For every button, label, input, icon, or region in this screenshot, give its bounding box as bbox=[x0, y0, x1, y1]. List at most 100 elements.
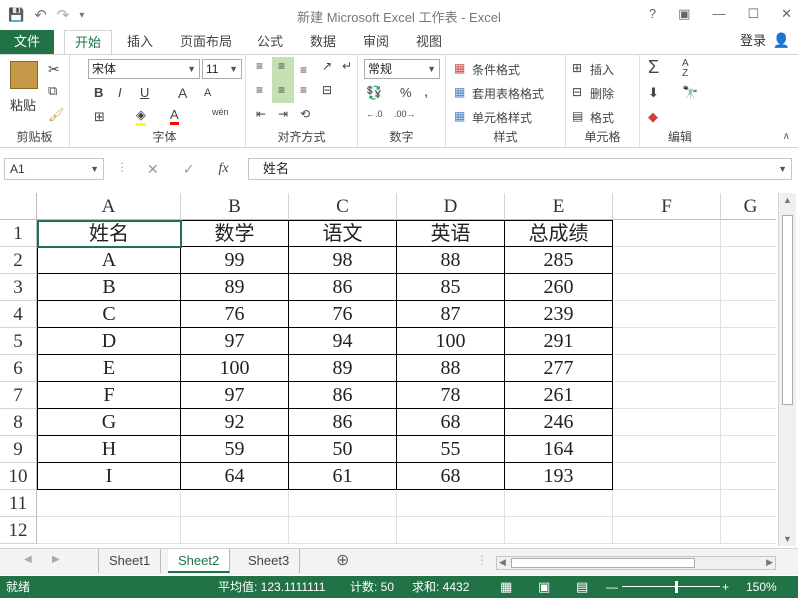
cell-F12[interactable] bbox=[613, 517, 721, 544]
cell-B7[interactable]: 97 bbox=[181, 382, 289, 409]
minimize-button[interactable]: — bbox=[712, 6, 725, 22]
tab-formulas[interactable]: 公式 bbox=[257, 30, 283, 54]
cell-E12[interactable] bbox=[505, 517, 613, 544]
align-middle-icon[interactable]: ≡ bbox=[278, 59, 285, 73]
zoom-slider-thumb[interactable] bbox=[675, 581, 678, 593]
scroll-tabs-left-icon[interactable]: ◀ bbox=[24, 554, 32, 565]
zoom-in-button[interactable]: + bbox=[722, 576, 729, 598]
vertical-scroll-thumb[interactable] bbox=[782, 215, 793, 405]
cell-G5[interactable] bbox=[721, 328, 776, 355]
cell-E7[interactable]: 261 bbox=[505, 382, 613, 409]
cell-D3[interactable]: 85 bbox=[397, 274, 505, 301]
cell-F6[interactable] bbox=[613, 355, 721, 382]
comma-button[interactable]: , bbox=[424, 83, 428, 100]
cell-F10[interactable] bbox=[613, 463, 721, 490]
sheet-tab-2[interactable]: Sheet2 bbox=[168, 549, 231, 573]
increase-decimal-icon[interactable]: ←.0 bbox=[366, 109, 383, 119]
align-right-icon[interactable]: ≡ bbox=[300, 83, 307, 97]
cell-E10[interactable]: 193 bbox=[505, 463, 613, 490]
cell-F9[interactable] bbox=[613, 436, 721, 463]
formula-input[interactable]: 姓名 ▼ bbox=[248, 158, 792, 180]
bold-button[interactable]: B bbox=[94, 85, 103, 100]
insert-cells-button[interactable]: 插入 bbox=[590, 61, 614, 78]
login-link[interactable]: 登录 bbox=[740, 30, 766, 52]
copy-icon[interactable]: ⧉ bbox=[48, 83, 57, 99]
row-header[interactable]: 3 bbox=[0, 274, 37, 301]
cell-D6[interactable]: 88 bbox=[397, 355, 505, 382]
cell-B8[interactable]: 92 bbox=[181, 409, 289, 436]
scroll-left-icon[interactable]: ◀ bbox=[499, 557, 506, 568]
close-button[interactable]: ✕ bbox=[781, 6, 792, 22]
orientation-icon[interactable]: ↗ bbox=[322, 59, 332, 73]
cell-C6[interactable]: 89 bbox=[289, 355, 397, 382]
cell-D10[interactable]: 68 bbox=[397, 463, 505, 490]
row-header[interactable]: 2 bbox=[0, 247, 37, 274]
page-layout-view-icon[interactable]: ▣ bbox=[538, 576, 550, 598]
autosum-button[interactable]: Σ bbox=[648, 57, 659, 78]
cell-A5[interactable]: D bbox=[37, 328, 181, 355]
zoom-slider[interactable] bbox=[622, 586, 720, 587]
cell-D7[interactable]: 78 bbox=[397, 382, 505, 409]
tab-insert[interactable]: 插入 bbox=[127, 30, 153, 54]
zoom-out-button[interactable]: — bbox=[606, 576, 618, 598]
cell-F3[interactable] bbox=[613, 274, 721, 301]
cell-B2[interactable]: 99 bbox=[181, 247, 289, 274]
underline-button[interactable]: U bbox=[140, 85, 149, 100]
cell-C4[interactable]: 76 bbox=[289, 301, 397, 328]
delete-cells-button[interactable]: 删除 bbox=[590, 85, 614, 102]
find-select-button[interactable]: 🔭 bbox=[682, 85, 698, 101]
merge-center-icon[interactable]: ⊟ bbox=[322, 83, 332, 97]
cell-E2[interactable]: 285 bbox=[505, 247, 613, 274]
align-left-icon[interactable]: ≡ bbox=[256, 83, 263, 97]
row-header[interactable]: 12 bbox=[0, 517, 37, 544]
cell-E3[interactable]: 260 bbox=[505, 274, 613, 301]
cell-E1[interactable]: 总成绩 bbox=[505, 220, 613, 247]
row-header[interactable]: 7 bbox=[0, 382, 37, 409]
tab-view[interactable]: 视图 bbox=[416, 30, 442, 54]
borders-icon[interactable]: ⊞ bbox=[94, 109, 105, 125]
cell-F5[interactable] bbox=[613, 328, 721, 355]
cell-A7[interactable]: F bbox=[37, 382, 181, 409]
cell-A9[interactable]: H bbox=[37, 436, 181, 463]
wrap-text-icon[interactable]: ↵ bbox=[342, 59, 352, 73]
maximize-button[interactable]: ☐ bbox=[747, 6, 759, 22]
select-all-corner[interactable] bbox=[0, 193, 37, 220]
cell-B9[interactable]: 59 bbox=[181, 436, 289, 463]
vertical-scrollbar[interactable]: ▲ ▼ bbox=[778, 193, 796, 546]
cell-E6[interactable]: 277 bbox=[505, 355, 613, 382]
cancel-entry-button[interactable]: ✕ bbox=[147, 161, 159, 178]
tab-page-layout[interactable]: 页面布局 bbox=[180, 30, 232, 54]
format-table-button[interactable]: 套用表格格式 bbox=[472, 85, 544, 102]
cell-D9[interactable]: 55 bbox=[397, 436, 505, 463]
phonetic-button[interactable]: wén bbox=[212, 107, 229, 117]
column-header[interactable]: C bbox=[289, 193, 397, 220]
tab-review[interactable]: 审阅 bbox=[363, 30, 389, 54]
cell-C2[interactable]: 98 bbox=[289, 247, 397, 274]
cell-D4[interactable]: 87 bbox=[397, 301, 505, 328]
cell-G7[interactable] bbox=[721, 382, 776, 409]
row-header[interactable]: 9 bbox=[0, 436, 37, 463]
cell-C10[interactable]: 61 bbox=[289, 463, 397, 490]
cell-A10[interactable]: I bbox=[37, 463, 181, 490]
cell-D2[interactable]: 88 bbox=[397, 247, 505, 274]
expand-formula-icon[interactable]: ▼ bbox=[778, 159, 787, 179]
cell-A1[interactable]: 姓名 bbox=[37, 220, 181, 247]
cell-F2[interactable] bbox=[613, 247, 721, 274]
insert-function-button[interactable]: fx bbox=[218, 161, 228, 177]
cell-E4[interactable]: 239 bbox=[505, 301, 613, 328]
italic-button[interactable]: I bbox=[118, 85, 122, 100]
column-header[interactable]: D bbox=[397, 193, 505, 220]
cell-G1[interactable] bbox=[721, 220, 776, 247]
cell-B6[interactable]: 100 bbox=[181, 355, 289, 382]
cell-G4[interactable] bbox=[721, 301, 776, 328]
cell-B12[interactable] bbox=[181, 517, 289, 544]
row-header[interactable]: 10 bbox=[0, 463, 37, 490]
column-header[interactable]: G bbox=[721, 193, 776, 220]
help-button[interactable]: ? bbox=[649, 6, 656, 22]
cell-D11[interactable] bbox=[397, 490, 505, 517]
user-icon[interactable]: 👤 bbox=[773, 32, 790, 49]
sheet-tab-1[interactable]: Sheet1 bbox=[98, 549, 162, 573]
cell-C5[interactable]: 94 bbox=[289, 328, 397, 355]
scroll-down-icon[interactable]: ▼ bbox=[783, 534, 792, 544]
cell-G11[interactable] bbox=[721, 490, 776, 517]
